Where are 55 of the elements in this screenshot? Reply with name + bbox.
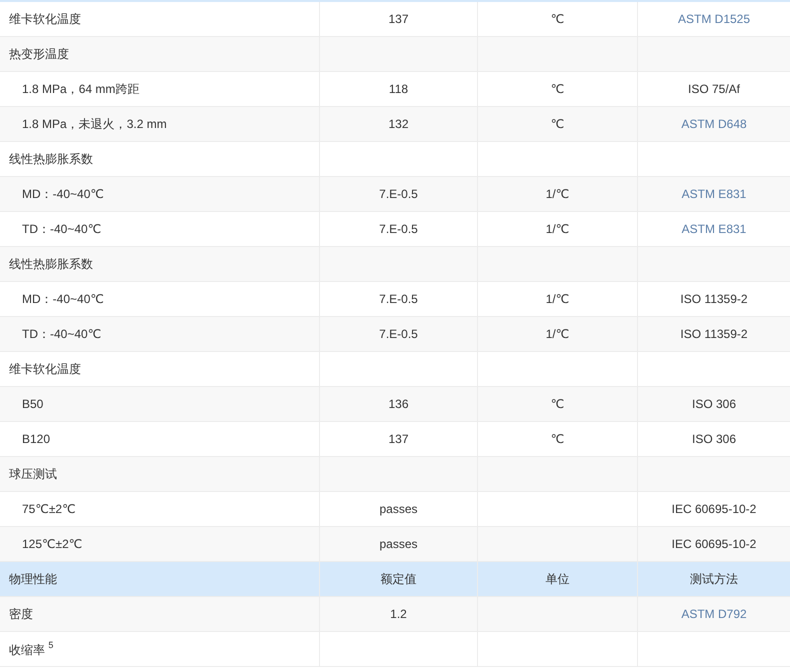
table-cell: MD：-40~40℃	[22, 186, 104, 202]
table-cell: 7.E-0.5	[379, 187, 418, 201]
column-header: 测试方法	[690, 570, 738, 588]
table-cell: 137	[388, 432, 409, 446]
table-cell: 1/℃	[546, 187, 570, 201]
table-cell: 线性热膨胀系数	[9, 256, 93, 272]
table-cell: TD：-40~40℃	[22, 326, 102, 342]
table-cell: 7.E-0.5	[379, 327, 418, 341]
table-cell: 收缩率 $^{5}$	[9, 640, 54, 658]
method-link[interactable]: ASTM D792	[681, 607, 747, 621]
table-cell: 维卡软化温度	[9, 360, 81, 378]
table-cell: 118	[388, 82, 408, 96]
table-cell: 1/℃	[546, 222, 570, 236]
table-cell: 1.2	[390, 607, 407, 621]
table-cell: 7.E-0.5	[379, 292, 418, 306]
method-link[interactable]: ASTM D1525	[678, 12, 750, 26]
table-cell: 137	[388, 12, 409, 26]
table-cell: passes	[379, 537, 418, 551]
table-cell: ℃	[550, 82, 564, 96]
column-header: 单位	[546, 570, 570, 588]
table-cell: B50	[22, 397, 44, 411]
column-header: 物理性能	[9, 570, 57, 588]
table-cell: 维卡软化温度	[9, 10, 81, 28]
table-cell: 125℃±2℃	[22, 537, 82, 551]
table-cell: 1/℃	[546, 327, 570, 341]
table-cell: ISO 11359-2	[680, 292, 748, 306]
table-cell: 热变形温度	[9, 46, 69, 62]
table-cell: 球压测试	[9, 466, 57, 482]
table-cell: 1/℃	[546, 292, 570, 306]
method-link[interactable]: ASTM E831	[682, 187, 746, 201]
table-cell: ℃	[550, 397, 564, 411]
table-cell: ℃	[550, 117, 564, 131]
column-header: 额定值	[380, 570, 416, 588]
table-cell: ℃	[550, 432, 564, 446]
table-cell: ISO 306	[692, 397, 736, 411]
method-link[interactable]: ASTM E831	[682, 222, 746, 236]
table-cell: MD：-40~40℃	[22, 290, 104, 308]
table-cell: ISO 11359-2	[680, 327, 748, 341]
table-cell: 7.E-0.5	[379, 222, 418, 236]
table-cell: 136	[388, 397, 409, 411]
table-cell: ℃	[550, 12, 564, 26]
table-cell: 密度	[9, 606, 33, 622]
table-cell: 线性热膨胀系数	[9, 150, 93, 168]
table-cell: 1.8 MPa，未退火，3.2 mm	[22, 116, 167, 132]
table-cell: 75℃±2℃	[22, 502, 76, 516]
table-cell: IEC 60695-10-2	[672, 537, 756, 551]
table-cell: ISO 75/Af	[688, 82, 740, 96]
table-cell: TD：-40~40℃	[22, 220, 102, 238]
table-cell: 132	[388, 117, 409, 131]
method-link[interactable]: ASTM D648	[681, 117, 747, 131]
table-cell: ISO 306	[692, 432, 736, 446]
table-cell: IEC 60695-10-2	[672, 502, 756, 516]
table-cell: passes	[379, 502, 418, 516]
table-cell: B120	[22, 432, 50, 446]
table-cell: 1.8 MPa，64 mm跨距	[22, 80, 140, 98]
